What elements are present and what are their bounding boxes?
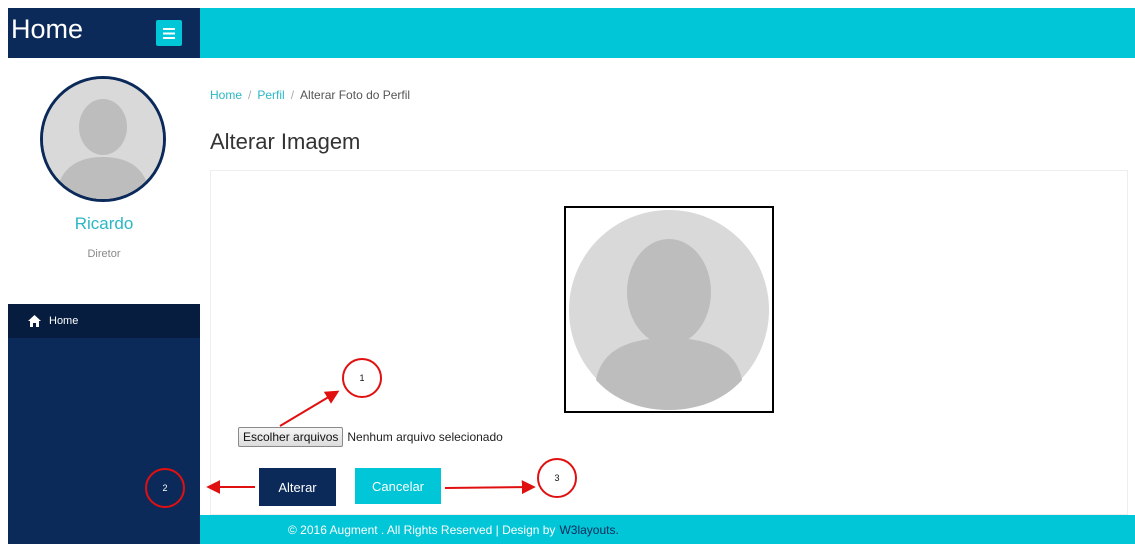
menu-toggle-button[interactable] [156,20,182,46]
breadcrumb-separator: / [290,88,295,102]
cancelar-button[interactable]: Cancelar [355,468,441,504]
sidebar-item-home[interactable]: Home [8,304,200,338]
file-input-row: Escolher arquivos Nenhum arquivo selecio… [238,427,503,447]
home-icon [28,315,41,327]
alterar-button[interactable]: Alterar [259,468,336,506]
file-status-text: Nenhum arquivo selecionado [347,430,503,444]
footer-link[interactable]: W3layouts. [559,523,618,537]
breadcrumb-current: Alterar Foto do Perfil [300,88,411,102]
page-title: Alterar Imagem [210,129,361,154]
top-bar [200,8,1135,58]
footer-text: © 2016 Augment . All Rights Reserved | D… [288,522,556,537]
breadcrumb-perfil-link[interactable]: Perfil [257,88,284,102]
profile-image-preview [564,206,774,413]
sidebar: Home Ricardo Diretor Home [8,8,200,544]
profile-panel: Ricardo Diretor [8,58,200,304]
hamburger-menu-icon [163,27,175,39]
user-silhouette-icon [43,79,163,199]
breadcrumb-separator: / [248,88,252,102]
breadcrumb-home-link[interactable]: Home [210,88,242,102]
profile-name: Ricardo [74,214,134,233]
footer: © 2016 Augment . All Rights Reserved | D… [200,515,1135,544]
user-silhouette-icon [566,208,772,411]
brand-title[interactable]: Home [11,14,83,45]
profile-role: Diretor [87,248,121,260]
avatar [40,76,166,202]
brand-header: Home [8,8,200,58]
sidebar-item-label: Home [49,315,79,327]
breadcrumb: Home / Perfil / Alterar Foto do Perfil [210,88,410,102]
choose-files-button[interactable]: Escolher arquivos [238,427,344,447]
